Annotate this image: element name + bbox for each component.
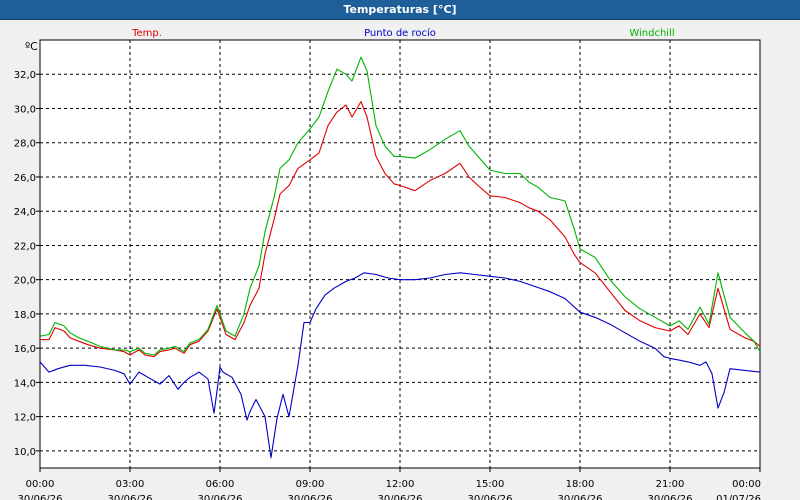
x-tick-date: 01/07/26 [716,494,761,500]
x-tick-time: 15:00 [476,479,505,490]
y-axis-ticks: 10,0 12,0 14,0 16,0 18,0 20,0 22,0 24,0 26,0 28,0… [14,70,40,458]
y-tick-label: 20,0 [14,276,36,287]
y-tick-label: 24,0 [14,207,36,218]
x-tick-date: 30/06/26 [288,494,333,500]
chart-title: Temperaturas [°C] [0,0,800,20]
x-tick-date: 30/06/26 [468,494,513,500]
x-tick-time: 03:00 [116,479,145,490]
y-tick-label: 10,0 [14,447,36,458]
x-tick-time: 12:00 [386,479,415,490]
y-tick-label: 26,0 [14,173,36,184]
y-tick-label: 30,0 [14,104,36,115]
x-tick-time: 00:00 [26,479,55,490]
x-tick-time: 06:00 [206,479,235,490]
x-tick-date: 30/06/26 [198,494,243,500]
x-tick-date: 30/06/26 [378,494,423,500]
x-tick-time: 09:00 [296,479,325,490]
x-tick-date: 30/06/26 [108,494,153,500]
y-axis-unit: ºC [25,40,38,53]
y-tick-label: 28,0 [14,139,36,150]
legend-item-windchill: Windchill [629,28,674,39]
x-axis-ticks: 00:00 30/06/26 03:00 30/06/26 06:00 30/06/26 0… [18,468,761,500]
temperature-chart: 10,0 12,0 14,0 16,0 18,0 20,0 22,0 24,0 26,0 28,0… [14,27,761,500]
y-tick-label: 18,0 [14,310,36,321]
y-tick-label: 32,0 [14,70,36,81]
y-tick-label: 14,0 [14,378,36,389]
y-tick-label: 16,0 [14,344,36,355]
x-tick-date: 30/06/26 [18,494,63,500]
x-tick-time: 18:00 [566,479,595,490]
plot-area [39,39,761,469]
legend: Temp. Punto de rocío Windchill [131,27,675,39]
y-tick-label: 12,0 [14,413,36,424]
x-tick-time: 00:00 [732,479,761,490]
x-tick-time: 21:00 [656,479,685,490]
y-tick-label: 22,0 [14,241,36,252]
legend-item-dew-point: Punto de rocío [364,27,436,39]
legend-item-temp: Temp. [131,28,162,39]
x-tick-date: 30/06/26 [558,494,603,500]
x-tick-date: 30/06/26 [648,494,693,500]
